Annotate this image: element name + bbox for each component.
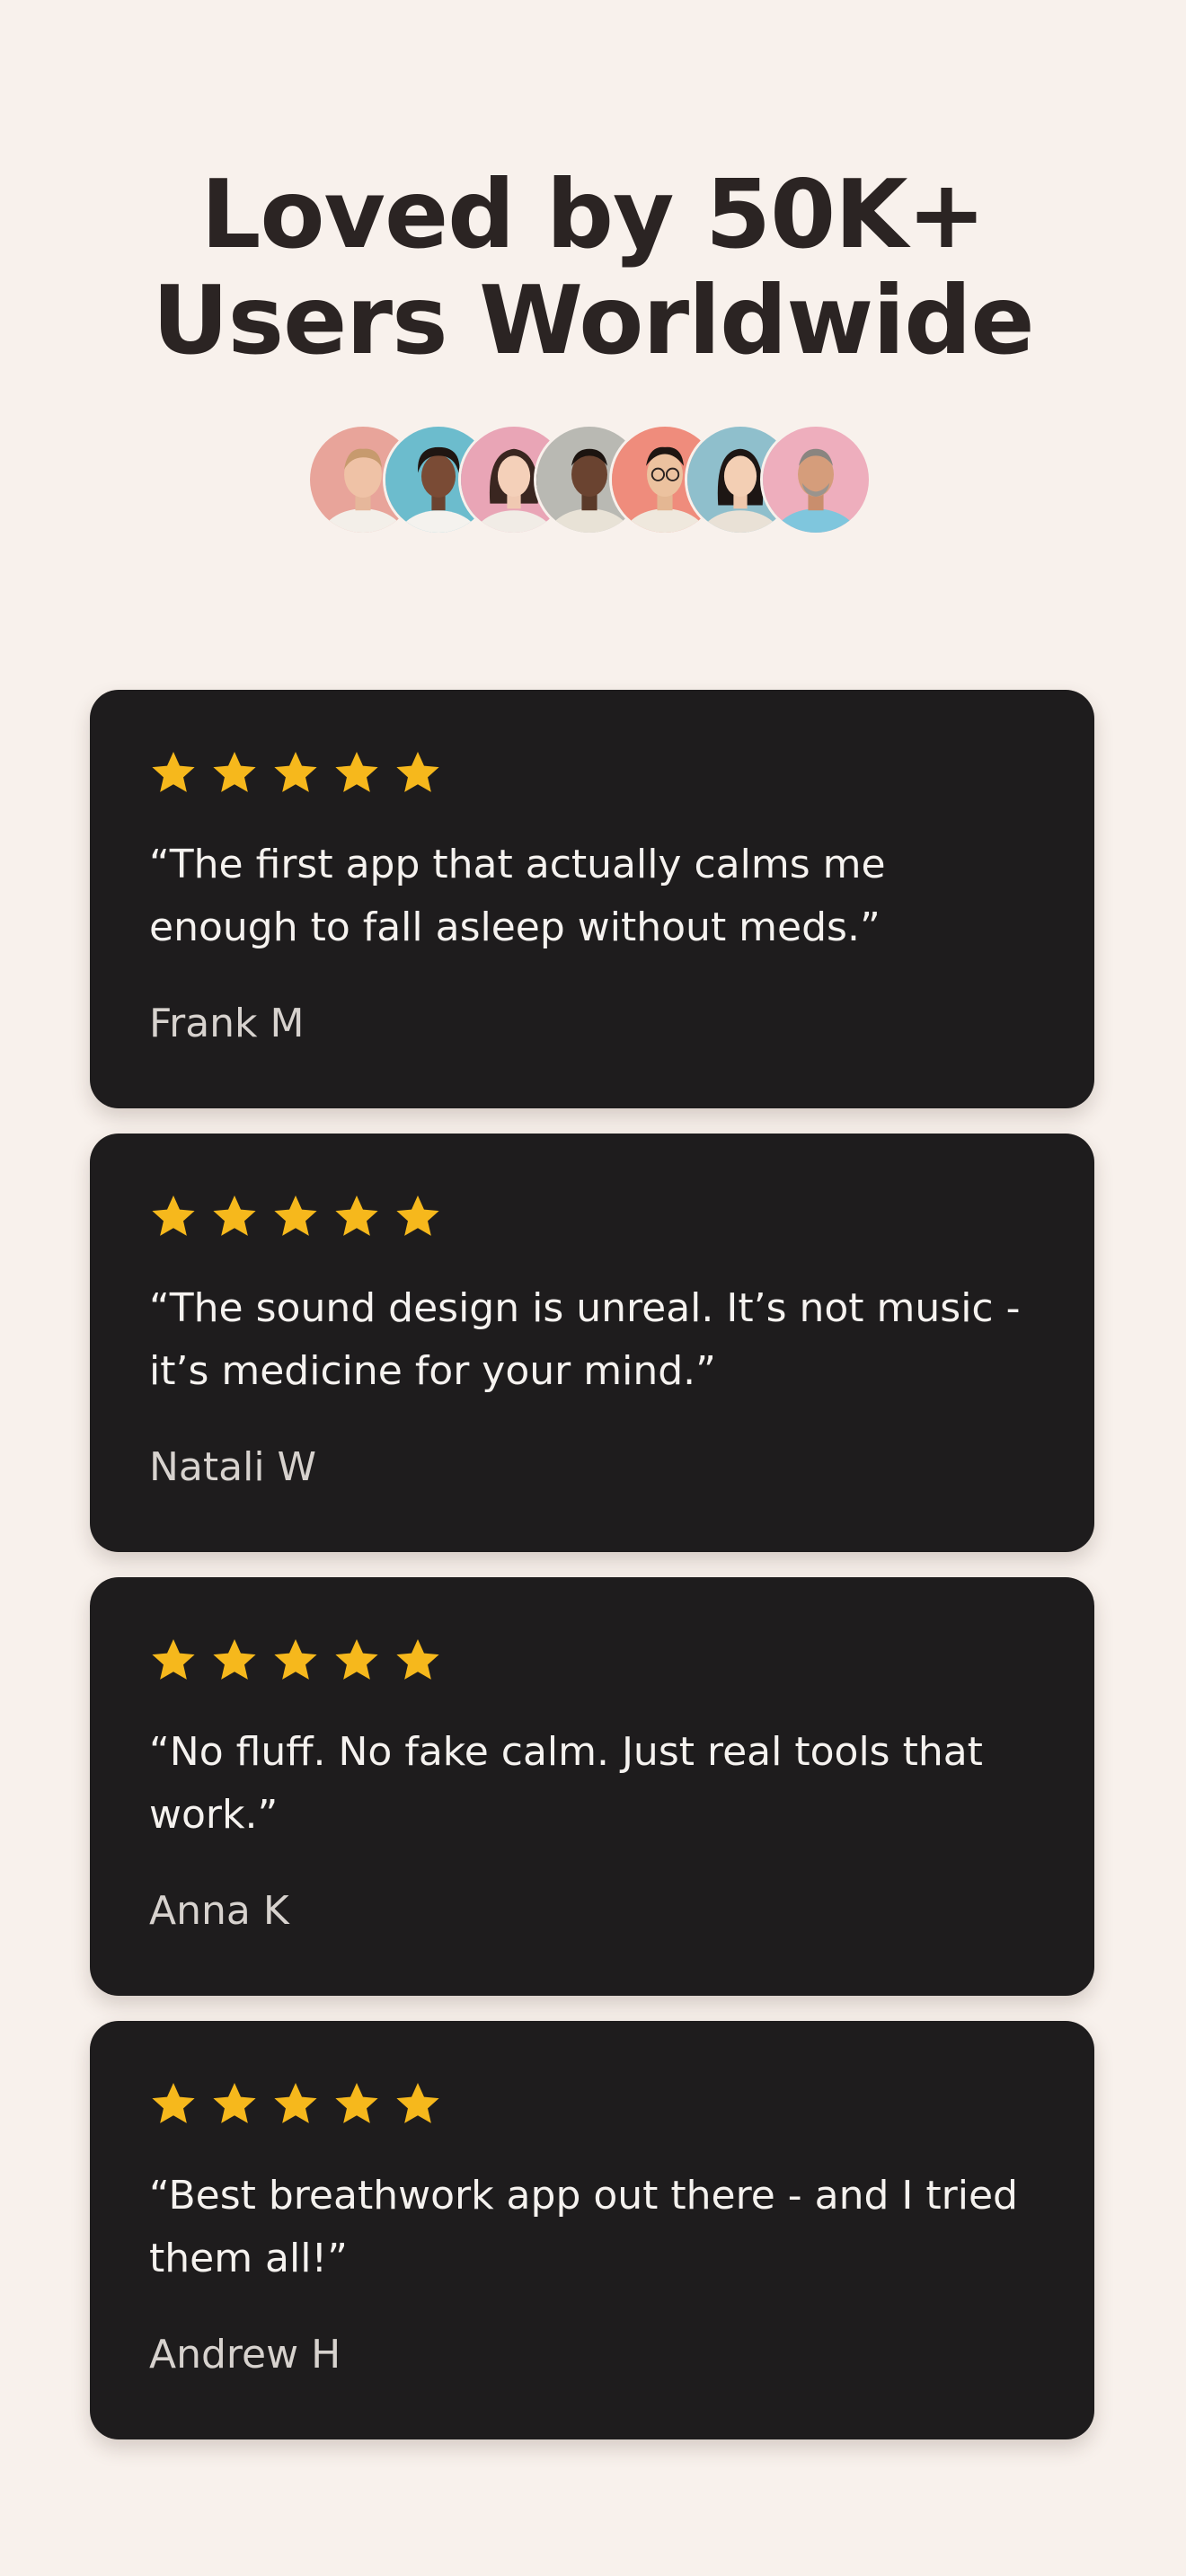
review-card: “Best breathwork app out there - and I t…	[90, 2021, 1094, 2439]
review-quote-line: “The first app that actually calms me	[149, 842, 886, 887]
star-icon	[274, 1195, 317, 1236]
review-quote-line: enough to fall asleep without meds.”	[149, 904, 881, 950]
review-card: “The first app that actually calms me en…	[90, 690, 1094, 1108]
review-card: “No fluff. No fake calm. Just real tools…	[90, 1577, 1094, 1996]
review-quote-line: them all!”	[149, 2236, 348, 2281]
star-icon	[274, 2083, 317, 2123]
star-icon	[335, 1639, 378, 1680]
star-rating	[149, 1633, 1035, 1687]
star-icon	[396, 1195, 439, 1236]
star-icon	[213, 752, 256, 792]
star-icon	[213, 2083, 256, 2123]
avatar-group	[307, 424, 882, 539]
page-title: Loved by 50K+ Users Worldwide	[0, 162, 1186, 374]
person-photo-icon	[763, 427, 869, 533]
review-author: Frank M	[149, 1001, 305, 1046]
avatar	[760, 424, 872, 535]
title-line-1: Loved by 50K+	[200, 160, 986, 269]
star-rating	[149, 2077, 1035, 2130]
review-card: “The sound design is unreal. It’s not mu…	[90, 1134, 1094, 1552]
review-quote: “The sound design is unreal. It’s not mu…	[149, 1277, 1039, 1403]
star-icon	[274, 1639, 317, 1680]
page: Loved by 50K+ Users Worldwide “The first…	[0, 0, 1186, 2576]
review-quote: “The first app that actually calms me en…	[149, 834, 1039, 959]
star-icon	[152, 752, 195, 792]
star-icon	[335, 752, 378, 792]
star-icon	[213, 1195, 256, 1236]
star-icon	[152, 2083, 195, 2123]
review-quote-line: work.”	[149, 1792, 279, 1838]
star-icon	[396, 752, 439, 792]
star-icon	[335, 2083, 378, 2123]
star-rating	[149, 745, 1035, 799]
review-quote-line: “No fluff. No fake calm. Just real tools…	[149, 1729, 983, 1775]
star-icon	[152, 1639, 195, 1680]
review-quote-line: it’s medicine for your mind.”	[149, 1348, 716, 1394]
star-icon	[213, 1639, 256, 1680]
review-quote-line: “Best breathwork app out there - and I t…	[149, 2173, 1018, 2219]
review-author: Natali W	[149, 1444, 317, 1490]
star-icon	[396, 2083, 439, 2123]
title-line-2: Users Worldwide	[152, 266, 1034, 375]
review-quote: “No fluff. No fake calm. Just real tools…	[149, 1721, 1039, 1847]
star-rating	[149, 1189, 1035, 1243]
star-icon	[152, 1195, 195, 1236]
review-quote: “Best breathwork app out there - and I t…	[149, 2165, 1039, 2290]
review-quote-line: “The sound design is unreal. It’s not mu…	[149, 1285, 1021, 1331]
star-icon	[335, 1195, 378, 1236]
star-icon	[274, 752, 317, 792]
star-icon	[396, 1639, 439, 1680]
review-author: Anna K	[149, 1888, 289, 1934]
review-author: Andrew H	[149, 2332, 341, 2378]
